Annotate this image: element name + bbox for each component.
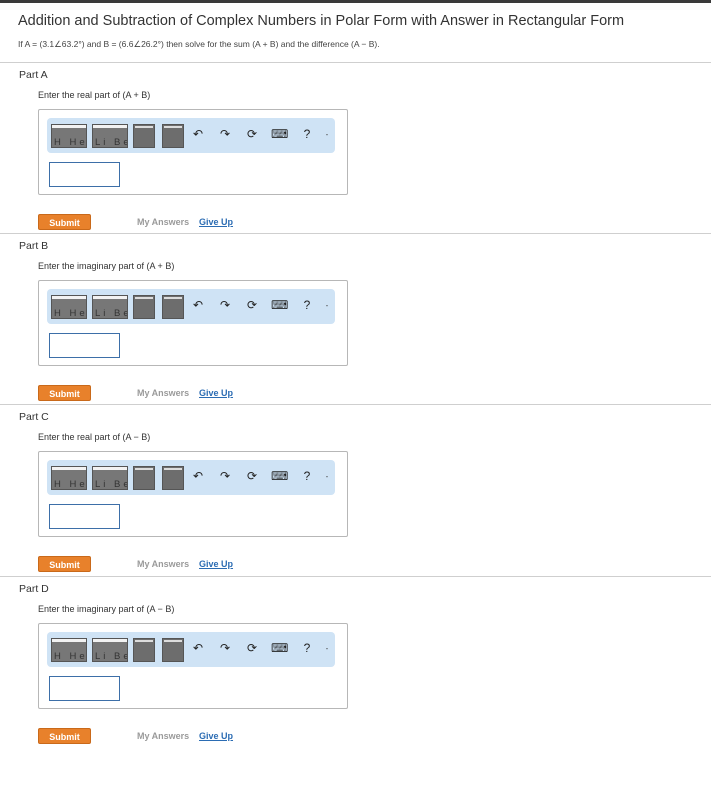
answer-box: H He Li Be ↶ ↷ ⟳ ⌨ ? - (38, 451, 348, 537)
undo-icon[interactable]: ↶ (190, 298, 206, 312)
keyboard-icon[interactable]: ⌨ (271, 298, 288, 312)
periodic-table-button[interactable]: Li Be (92, 466, 128, 490)
redo-icon[interactable]: ↷ (217, 469, 233, 483)
my-answers-link[interactable]: My Answers (137, 217, 189, 227)
symbols-button[interactable] (133, 295, 155, 319)
help-icon[interactable]: ? (299, 298, 315, 312)
give-up-link[interactable]: Give Up (199, 388, 233, 398)
part-prompt: Enter the imaginary part of (A − B) (38, 604, 175, 614)
templates-button[interactable]: H He (51, 295, 87, 319)
part-prompt: Enter the real part of (A − B) (38, 432, 151, 442)
undo-icon[interactable]: ↶ (190, 641, 206, 655)
keyboard-icon[interactable]: ⌨ (271, 127, 288, 141)
math-toolbar: H He Li Be ↶ ↷ ⟳ ⌨ ? - (47, 632, 335, 667)
answer-input[interactable] (49, 162, 120, 187)
redo-icon[interactable]: ↷ (217, 127, 233, 141)
problem-statement: If A = (3.1∠63.2°) and B = (6.6∠26.2°) t… (18, 39, 380, 49)
periodic-table-button[interactable]: Li Be (92, 124, 128, 148)
templates-button[interactable]: H He (51, 638, 87, 662)
part-c: Part C Enter the real part of (A − B) H … (0, 404, 711, 574)
my-answers-link[interactable]: My Answers (137, 559, 189, 569)
give-up-link[interactable]: Give Up (199, 559, 233, 569)
part-title: Part B (19, 240, 49, 252)
help-icon[interactable]: ? (299, 641, 315, 655)
reset-icon[interactable]: ⟳ (244, 298, 260, 312)
part-title: Part D (19, 583, 49, 595)
symbols-button[interactable] (133, 638, 155, 662)
help-icon[interactable]: ? (299, 127, 315, 141)
redo-icon[interactable]: ↷ (217, 298, 233, 312)
give-up-link[interactable]: Give Up (199, 217, 233, 227)
periodic-table-button[interactable]: Li Be (92, 638, 128, 662)
math-toolbar: H He Li Be ↶ ↷ ⟳ ⌨ ? - (47, 460, 335, 495)
submit-button[interactable]: Submit (38, 728, 91, 744)
undo-icon[interactable]: ↶ (190, 469, 206, 483)
keyboard-icon[interactable]: ⌨ (271, 641, 288, 655)
reset-icon[interactable]: ⟳ (244, 641, 260, 655)
submit-button[interactable]: Submit (38, 214, 91, 230)
keyboard-icon[interactable]: ⌨ (271, 469, 288, 483)
units-button[interactable] (162, 124, 184, 148)
math-toolbar: H He Li Be ↶ ↷ ⟳ ⌨ ? - (47, 118, 335, 153)
math-toolbar: H He Li Be ↶ ↷ ⟳ ⌨ ? - (47, 289, 335, 324)
answer-box: H He Li Be ↶ ↷ ⟳ ⌨ ? - (38, 109, 348, 195)
periodic-table-button[interactable]: Li Be (92, 295, 128, 319)
submit-button[interactable]: Submit (38, 385, 91, 401)
redo-icon[interactable]: ↷ (217, 641, 233, 655)
answer-input[interactable] (49, 333, 120, 358)
part-b: Part B Enter the imaginary part of (A + … (0, 233, 711, 403)
part-prompt: Enter the imaginary part of (A + B) (38, 261, 175, 271)
part-title: Part A (19, 69, 48, 81)
more-icon[interactable]: - (319, 301, 335, 310)
part-d: Part D Enter the imaginary part of (A − … (0, 576, 711, 746)
give-up-link[interactable]: Give Up (199, 731, 233, 741)
undo-icon[interactable]: ↶ (190, 127, 206, 141)
part-title: Part C (19, 411, 49, 423)
answer-box: H He Li Be ↶ ↷ ⟳ ⌨ ? - (38, 280, 348, 366)
units-button[interactable] (162, 638, 184, 662)
symbols-button[interactable] (133, 124, 155, 148)
help-icon[interactable]: ? (299, 469, 315, 483)
submit-button[interactable]: Submit (38, 556, 91, 572)
my-answers-link[interactable]: My Answers (137, 388, 189, 398)
templates-button[interactable]: H He (51, 124, 87, 148)
my-answers-link[interactable]: My Answers (137, 731, 189, 741)
symbols-button[interactable] (133, 466, 155, 490)
page-title: Addition and Subtraction of Complex Numb… (18, 13, 625, 29)
answer-input[interactable] (49, 504, 120, 529)
more-icon[interactable]: - (319, 644, 335, 653)
more-icon[interactable]: - (319, 130, 335, 139)
reset-icon[interactable]: ⟳ (244, 469, 260, 483)
more-icon[interactable]: - (319, 472, 335, 481)
reset-icon[interactable]: ⟳ (244, 127, 260, 141)
templates-button[interactable]: H He (51, 466, 87, 490)
answer-input[interactable] (49, 676, 120, 701)
answer-box: H He Li Be ↶ ↷ ⟳ ⌨ ? - (38, 623, 348, 709)
top-border (0, 0, 711, 3)
part-a: Part A Enter the real part of (A + B) H … (0, 62, 711, 232)
units-button[interactable] (162, 466, 184, 490)
part-prompt: Enter the real part of (A + B) (38, 90, 151, 100)
units-button[interactable] (162, 295, 184, 319)
